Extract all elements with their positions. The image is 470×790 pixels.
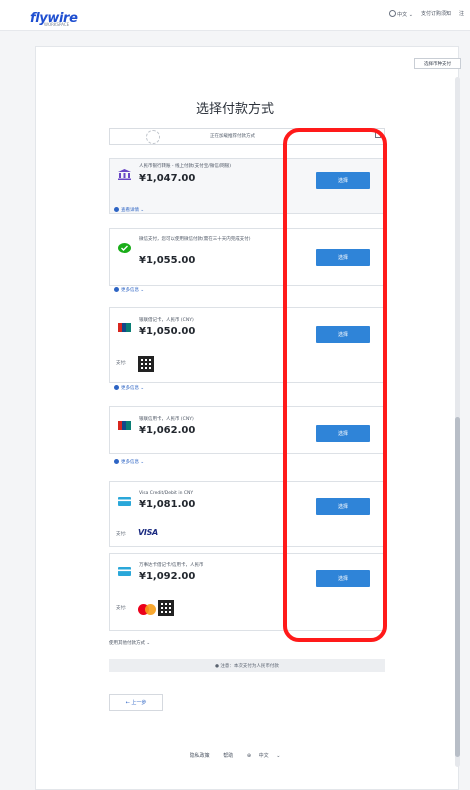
currency-button[interactable]: 选择币种支付: [414, 58, 461, 69]
mastercard-logo: [138, 604, 156, 615]
details-link-wechat[interactable]: 更多信息 ⌄: [114, 287, 144, 293]
globe-icon: [389, 10, 397, 17]
payment-card-unionpay-credit: 银联信用卡，人民币 (CNY) ¥1,062.00 选择: [109, 406, 385, 454]
info-icon: [114, 459, 119, 464]
supported-label: 支付:: [116, 532, 127, 537]
wechat-icon: [118, 243, 131, 253]
payment-amount: ¥1,055.00: [139, 255, 196, 266]
back-button[interactable]: ← 上一步: [109, 694, 163, 711]
select-button-mastercard[interactable]: 选择: [316, 570, 370, 587]
notice-banner: ● 注意：本次支付为人民币付款: [109, 659, 385, 672]
flywire-logo[interactable]: flywire WORKSPACE: [30, 7, 78, 27]
recommendation-text: 正在加载推荐付款方式: [210, 134, 255, 139]
payment-desc: 银联信用卡，人民币 (CNY): [139, 417, 194, 422]
logo-subtext: WORKSPACE: [44, 22, 70, 27]
details-label: 查看详情: [121, 208, 139, 213]
footer: 隐私政策 帮助 ⊕ 中文 ⌄: [0, 752, 470, 759]
details-label: 更多信息: [121, 386, 139, 391]
details-link-unionpay-credit[interactable]: 更多信息 ⌄: [114, 459, 144, 465]
scrollbar[interactable]: [455, 77, 460, 767]
select-button-unionpay-credit[interactable]: 选择: [316, 425, 370, 442]
info-icon: [114, 207, 119, 212]
language-selector[interactable]: 中文 ⌄: [389, 10, 413, 18]
credit-card-icon: [118, 497, 131, 506]
footer-language-selector[interactable]: ⊕ 中文 ⌄: [247, 753, 281, 759]
footer-link-privacy[interactable]: 隐私政策: [190, 753, 210, 759]
select-button-bank[interactable]: 选择: [316, 172, 370, 189]
details-link-unionpay-debit[interactable]: 更多信息 ⌄: [114, 385, 144, 391]
payment-desc: 万事达卡借记卡/信用卡，人民币: [139, 563, 204, 568]
other-methods-label: 使用其他付款方式: [109, 641, 145, 646]
qr-code-icon: [158, 600, 174, 616]
recommendation-bar: 正在加载推荐付款方式: [109, 128, 385, 145]
payment-card-visa: Visa Credit/Debit in CNY ¥1,081.00 选择 支付…: [109, 481, 385, 547]
details-label: 更多信息: [121, 288, 139, 293]
payment-card-wechat: 微信支付，您可以使用微信付款(需在三十天内完成支付) ¥1,055.00 选择: [109, 228, 385, 286]
payment-amount: ¥1,050.00: [139, 326, 196, 337]
unionpay-icon: [118, 421, 131, 430]
other-methods-toggle[interactable]: 使用其他付款方式 ⌄: [109, 640, 150, 646]
payment-amount: ¥1,047.00: [139, 173, 196, 184]
supported-label: 支付:: [116, 606, 127, 611]
visa-logo: VISA: [138, 528, 158, 537]
select-button-visa[interactable]: 选择: [316, 498, 370, 515]
payment-card-mastercard: 万事达卡借记卡/信用卡，人民币 ¥1,092.00 选择 支付:: [109, 553, 385, 631]
qr-code-icon: [138, 356, 154, 372]
payment-desc: 微信支付，您可以使用微信付款(需在三十天内完成支付): [139, 237, 251, 242]
footer-link-help[interactable]: 帮助: [223, 753, 233, 759]
bank-icon: [118, 169, 131, 180]
details-label: 更多信息: [121, 460, 139, 465]
select-button-wechat[interactable]: 选择: [316, 249, 370, 266]
nav-link-terms[interactable]: 支付订购须知: [421, 10, 451, 18]
supported-label: 支付:: [116, 361, 127, 366]
payment-amount: ¥1,092.00: [139, 571, 196, 582]
payment-card-unionpay-debit: 银联借记卡，人民币 (CNY) ¥1,050.00 选择 支付:: [109, 307, 385, 383]
payment-desc: 银联借记卡，人民币 (CNY): [139, 318, 194, 323]
details-link-bank[interactable]: 查看详情 ⌄: [114, 207, 144, 213]
payment-card-bank: 人民币银行转账 - 线上付款(支付宝/微信/网银) ¥1,047.00 选择: [109, 158, 385, 214]
page-title: 选择付款方式: [195, 102, 274, 117]
top-nav: 中文 ⌄ 支付订购须知 注: [389, 10, 464, 18]
loading-spinner-icon: [146, 130, 160, 144]
payment-amount: ¥1,062.00: [139, 425, 196, 436]
payment-amount: ¥1,081.00: [139, 499, 196, 510]
info-icon: [114, 385, 119, 390]
unionpay-icon: [118, 323, 131, 332]
payment-desc: 人民币银行转账 - 线上付款(支付宝/微信/网银): [139, 164, 232, 169]
nav-link-more[interactable]: 注: [459, 10, 464, 18]
credit-card-icon: [118, 567, 131, 576]
payment-desc: Visa Credit/Debit in CNY: [139, 491, 194, 496]
select-button-unionpay-debit[interactable]: 选择: [316, 326, 370, 343]
info-icon: [114, 287, 119, 292]
external-link-icon[interactable]: [375, 132, 381, 138]
footer-language-label: 中文: [258, 753, 269, 759]
top-bar: flywire WORKSPACE 中文 ⌄ 支付订购须知 注: [0, 0, 470, 31]
language-label: 中文: [397, 12, 408, 18]
scrollbar-thumb[interactable]: [455, 417, 460, 757]
